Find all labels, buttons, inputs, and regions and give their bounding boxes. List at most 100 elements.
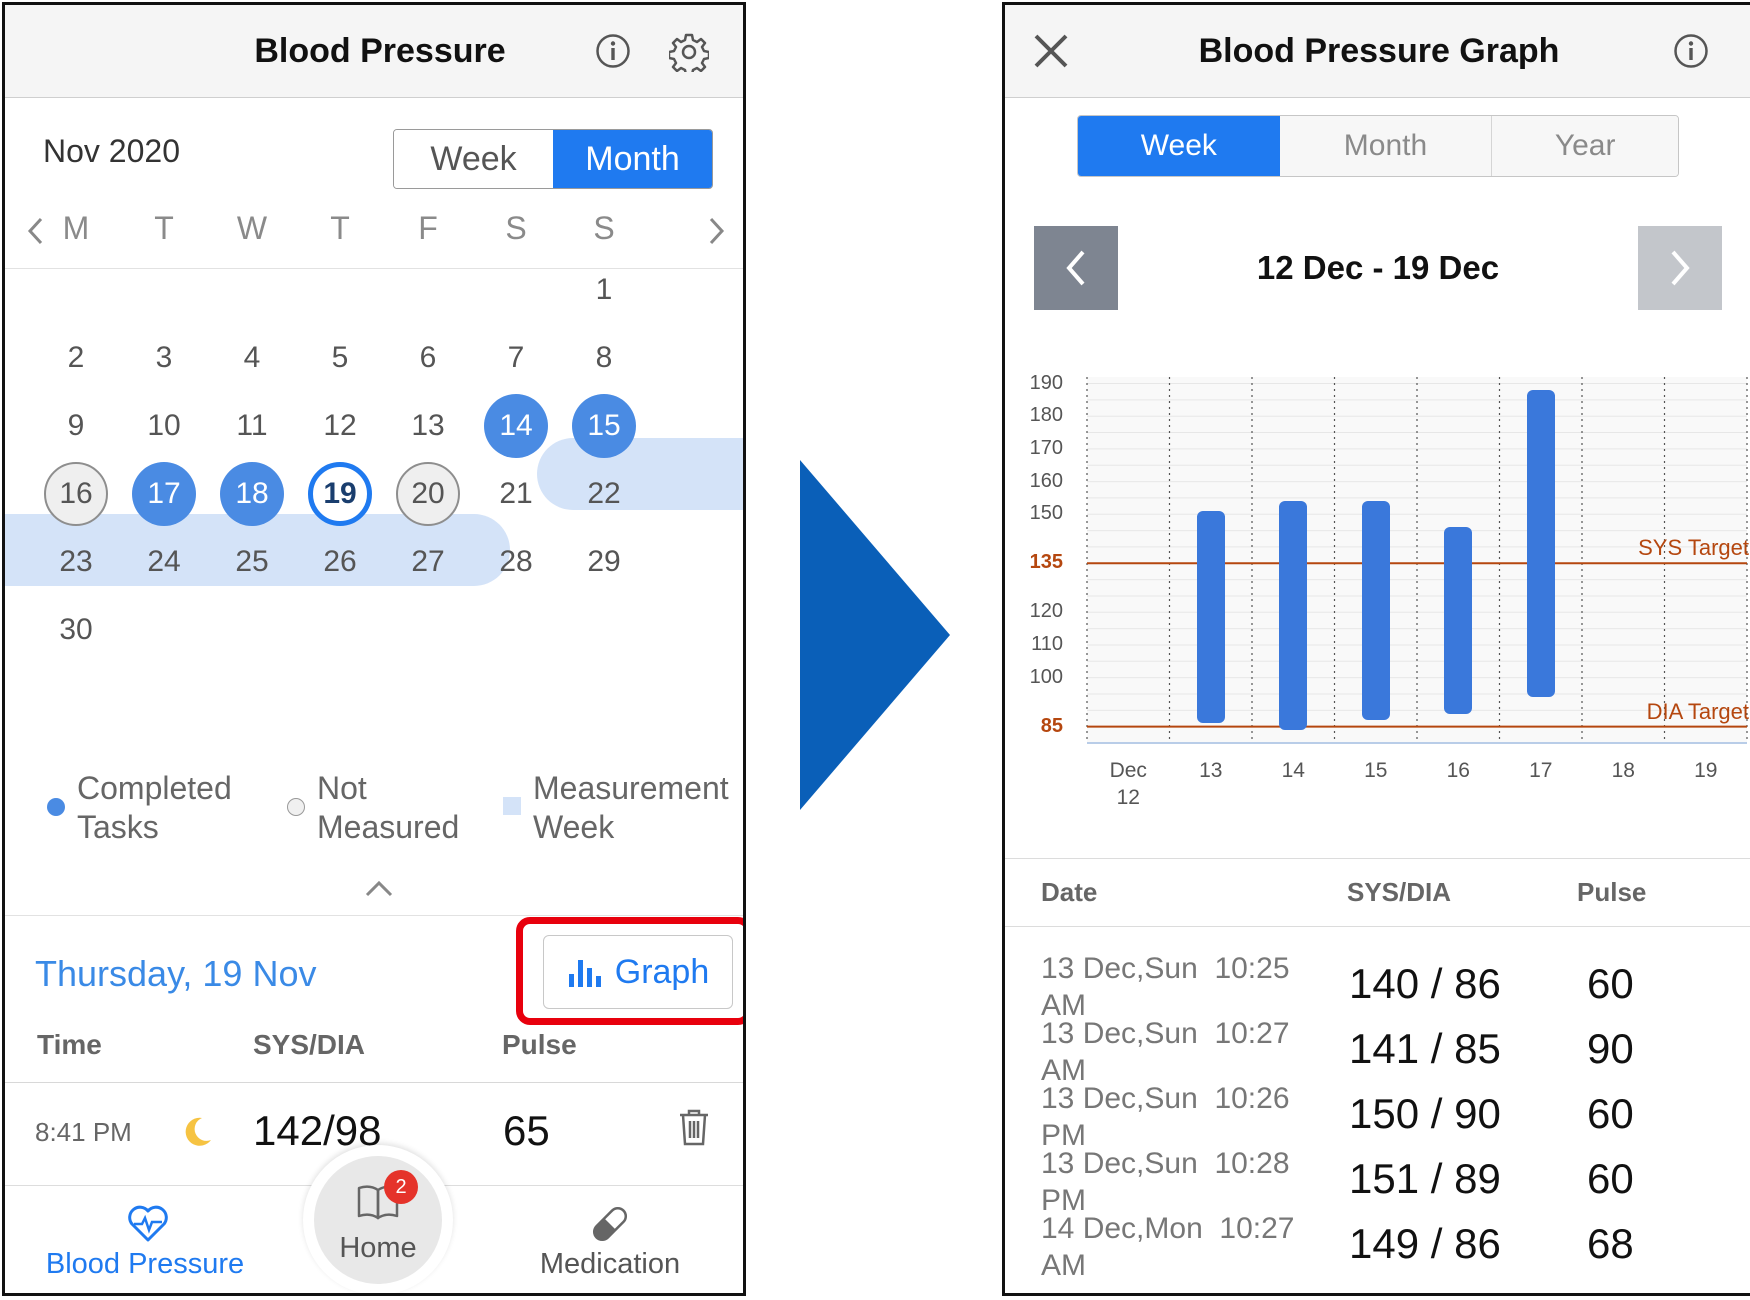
measurement-week-swatch-icon xyxy=(503,797,521,815)
next-week-button[interactable] xyxy=(1638,226,1722,310)
date-range: 12 Dec - 19 Dec xyxy=(1256,249,1500,286)
table-row[interactable]: 13 Dec,Sun 10:26 PM 150 / 90 60 xyxy=(1005,1080,1750,1152)
nav-bar: Blood Pressure Graph xyxy=(1005,5,1750,98)
calendar-day[interactable]: 2 xyxy=(44,326,108,390)
calendar-day[interactable]: 15 xyxy=(572,394,636,458)
graph-button[interactable]: Graph xyxy=(543,935,733,1009)
target-label: DIA Target xyxy=(1646,698,1749,724)
collapse-chevron-icon[interactable] xyxy=(363,877,395,899)
tab-blood-pressure-label: Blood Pressure xyxy=(45,1248,245,1280)
year-tab[interactable]: Year xyxy=(1492,116,1678,176)
tab-medication[interactable]: Medication xyxy=(485,1194,735,1293)
table-row[interactable]: 13 Dec,Sun 10:25 AM 140 / 86 60 xyxy=(1005,950,1750,1022)
week-tab[interactable]: Week xyxy=(394,130,553,188)
prev-week-button[interactable] xyxy=(1034,226,1118,310)
calendar-day[interactable]: 28 xyxy=(484,530,548,594)
calendar-day[interactable]: 4 xyxy=(220,326,284,390)
bp-range-bar[interactable] xyxy=(1444,527,1473,714)
weekday-label: S xyxy=(505,210,527,246)
selected-date: Thursday, 19 Nov xyxy=(35,953,317,994)
heart-pulse-icon xyxy=(127,1204,169,1247)
y-tick-label: 180 xyxy=(1029,404,1063,427)
calendar-day[interactable]: 19 xyxy=(308,462,372,526)
bp-range-bar[interactable] xyxy=(1279,501,1308,730)
month-tab[interactable]: Month xyxy=(1279,116,1493,176)
table-row[interactable]: 14 Dec,Mon 10:27 AM 149 / 86 68 xyxy=(1005,1210,1750,1282)
calendar-day[interactable]: 10 xyxy=(132,394,196,458)
reading-sysdia: 140 / 86 xyxy=(1349,960,1501,1007)
calendar-day[interactable]: 1 xyxy=(572,258,636,322)
weekday-label: F xyxy=(418,210,438,246)
y-tick-label: 120 xyxy=(1029,600,1063,623)
bar-chart-icon xyxy=(568,960,601,987)
weekday-label: M xyxy=(62,210,90,246)
calendar-day[interactable]: 12 xyxy=(308,394,372,458)
calendar-day[interactable]: 29 xyxy=(572,530,636,594)
calendar-day[interactable]: 22 xyxy=(572,462,636,526)
measurement-week-band xyxy=(537,438,743,510)
table-row[interactable]: 13 Dec,Sun 10:27 AM 141 / 85 90 xyxy=(1005,1015,1750,1087)
reading-date: 13 Dec,Sun 10:27 AM xyxy=(1041,1017,1290,1087)
y-tick-label: 85 xyxy=(1040,714,1063,737)
tab-medication-label: Medication xyxy=(539,1248,681,1280)
reading-pulse: 60 xyxy=(1587,1155,1634,1202)
calendar-day[interactable]: 17 xyxy=(132,462,196,526)
week-tab[interactable]: Week xyxy=(1078,116,1280,176)
weekday-label: T xyxy=(330,210,350,246)
left-phone-screen: Blood Pressure Nov 2020 Week Month M T W T F… xyxy=(2,2,746,1296)
calendar-day[interactable]: 25 xyxy=(220,530,284,594)
y-tick-label: 190 xyxy=(1029,371,1063,394)
period-toggle: Week Month Year xyxy=(1077,115,1679,177)
reading-sysdia: 151 / 89 xyxy=(1349,1155,1501,1202)
tab-home[interactable]: 2 Home xyxy=(314,1156,442,1284)
tab-blood-pressure[interactable]: Blood Pressure xyxy=(35,1194,255,1293)
calendar-day[interactable]: 16 xyxy=(44,462,108,526)
info-icon[interactable] xyxy=(595,33,631,69)
calendar-day[interactable]: 18 xyxy=(220,462,284,526)
y-tick-label: 150 xyxy=(1029,502,1063,525)
calendar-day[interactable]: 6 xyxy=(396,326,460,390)
calendar-day[interactable]: 23 xyxy=(44,530,108,594)
calendar-day[interactable]: 30 xyxy=(44,598,108,662)
next-month-chevron-icon[interactable] xyxy=(705,213,729,249)
entry-time: 8:41 PM xyxy=(35,1117,132,1147)
month-tab[interactable]: Month xyxy=(553,130,712,188)
calendar-day[interactable]: 13 xyxy=(396,394,460,458)
calendar-day[interactable]: 5 xyxy=(308,326,372,390)
calendar-day[interactable]: 20 xyxy=(396,462,460,526)
moon-icon xyxy=(180,1115,214,1149)
reading-pulse: 90 xyxy=(1587,1025,1634,1072)
calendar-day[interactable]: 8 xyxy=(572,326,636,390)
reading-date: 13 Dec,Sun 10:25 AM xyxy=(1041,952,1290,1022)
bp-range-bar[interactable] xyxy=(1526,390,1555,698)
chevron-left-icon xyxy=(1066,250,1085,286)
prev-month-chevron-icon[interactable] xyxy=(23,213,47,249)
legend-measurement-week: Measurement Week xyxy=(533,770,729,845)
x-tick-label: 13 xyxy=(1199,759,1223,782)
pulse-column-header: Pulse xyxy=(502,1029,577,1060)
calendar-day[interactable]: 24 xyxy=(132,530,196,594)
notification-badge: 2 xyxy=(384,1170,418,1204)
legend-completed: Completed Tasks xyxy=(77,770,232,845)
gear-icon[interactable] xyxy=(669,32,709,72)
calendar-day[interactable]: 26 xyxy=(308,530,372,594)
pulse-column-header: Pulse xyxy=(1577,877,1647,907)
calendar-day[interactable]: 7 xyxy=(484,326,548,390)
x-tick-label: 15 xyxy=(1364,759,1388,782)
y-tick-label: 170 xyxy=(1029,436,1063,459)
bp-range-bar[interactable] xyxy=(1196,510,1225,724)
trash-icon[interactable] xyxy=(677,1107,711,1147)
calendar-day[interactable]: 21 xyxy=(484,462,548,526)
calendar-day[interactable]: 11 xyxy=(220,394,284,458)
table-row[interactable]: 13 Dec,Sun 10:28 PM 151 / 89 60 xyxy=(1005,1145,1750,1217)
calendar-day[interactable]: 9 xyxy=(44,394,108,458)
right-phone-screen: Blood Pressure Graph Week Month Year 12 … xyxy=(1002,2,1750,1296)
reading-sysdia: 141 / 85 xyxy=(1349,1025,1501,1072)
info-icon[interactable] xyxy=(1673,33,1709,69)
bp-range-bar[interactable] xyxy=(1361,501,1390,721)
page-title: Blood Pressure xyxy=(254,32,506,70)
calendar-day[interactable]: 27 xyxy=(396,530,460,594)
calendar-day[interactable]: 14 xyxy=(484,394,548,458)
entry-pulse: 65 xyxy=(503,1107,550,1154)
calendar-day[interactable]: 3 xyxy=(132,326,196,390)
